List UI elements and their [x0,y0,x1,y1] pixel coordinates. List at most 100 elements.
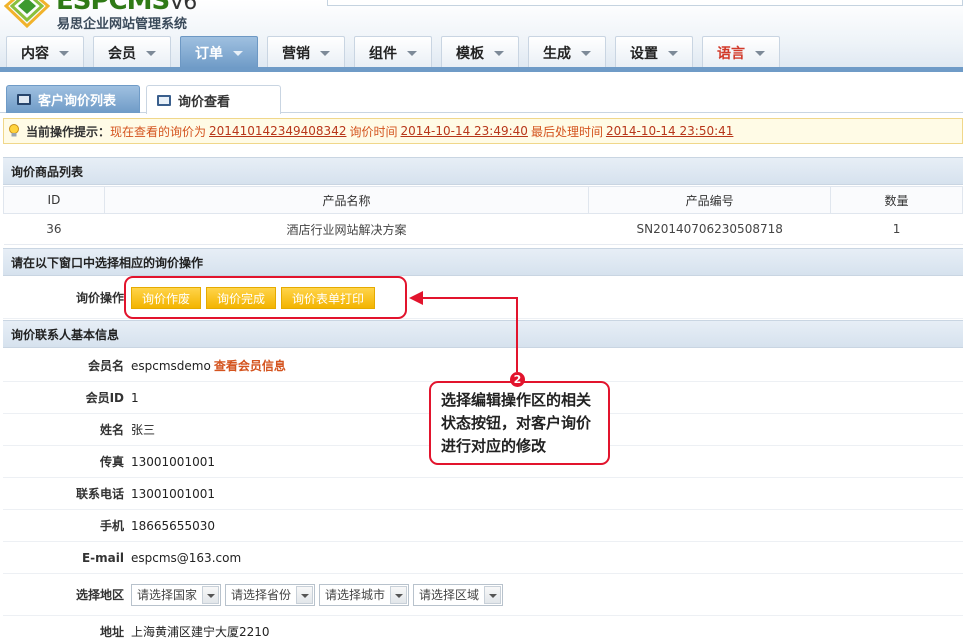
chevron-down-icon [320,51,330,56]
nav-tab-label: 营销 [282,45,310,62]
app-window: ESPCMSV6 易思企业网站管理系统 内容 会员 订单 营销 组件 模板 生成… [0,0,963,641]
sub-tabs: 客户询价列表 询价查看 [0,79,963,114]
phone-label: 联系电话 [75,487,124,501]
nav-tab-label: 组件 [369,45,397,62]
tip-prefix: 现在查看的询价为 [110,124,207,139]
logo-icon [4,0,50,28]
tab-inquiry-view[interactable]: 询价查看 [146,85,281,114]
cell-quantity: 1 [830,213,963,245]
nav-tab-language[interactable]: 语言 [702,36,780,68]
tip-label: 当前操作提示： [26,124,111,139]
name-value: 张三 [131,423,156,437]
select-value: 请选择国家 [137,588,198,602]
member-name-row: 会员名 espcmsdemo 查看会员信息 [3,350,963,382]
table-row: 36 酒店行业网站解决方案 SN20140706230508718 1 [3,213,963,245]
address-value: 上海黄浦区建宁大厦2210 [131,624,270,639]
main-nav: 内容 会员 订单 营销 组件 模板 生成 设置 语言 [6,36,789,68]
member-name-value: espcmsdemo [131,358,211,373]
mobile-label: 手机 [99,519,124,533]
chevron-down-icon [390,585,408,604]
nav-tab-label: 生成 [543,45,571,62]
operation-tip: 当前操作提示： 现在查看的询价为 201410142349408342 询价时间… [3,118,963,144]
chevron-down-icon [484,585,502,604]
address-row: 地址 上海黄浦区建宁大厦2210 [3,616,963,641]
fax-label: 传真 [99,455,124,469]
cell-product-name: 酒店行业网站解决方案 [104,213,589,245]
tab-label: 询价查看 [178,94,231,110]
nav-tab-content[interactable]: 内容 [6,36,84,68]
chevron-down-icon [296,585,314,604]
column-header-product-name: 产品名称 [103,186,590,214]
nav-tab-order[interactable]: 订单 [180,36,258,68]
nav-tab-member[interactable]: 会员 [93,36,171,68]
province-select[interactable]: 请选择省份 [225,583,316,606]
nav-tab-settings[interactable]: 设置 [615,36,693,68]
contact-section-title: 询价联系人基本信息 [3,320,963,348]
phone-value: 13001001001 [131,486,215,501]
logo-subtitle: 易思企业网站管理系统 [57,17,188,32]
chevron-down-icon [407,51,417,56]
column-header-quantity: 数量 [830,186,963,214]
nav-tab-label: 设置 [630,45,658,62]
member-id-label: 会员ID [85,391,124,405]
column-header-product-code: 产品编号 [588,186,832,214]
email-row: E-mail espcms@163.com [3,542,963,574]
monitor-icon [17,94,31,105]
country-select[interactable]: 请选择国家 [131,583,222,606]
nav-underline [0,67,963,72]
select-value: 请选择城市 [325,588,386,602]
view-member-link[interactable]: 查看会员信息 [214,357,286,374]
email-value: espcms@163.com [131,550,242,565]
chevron-down-icon [59,51,69,56]
mobile-row: 手机 18665655030 [3,510,963,542]
chevron-down-icon [146,51,156,56]
city-select[interactable]: 请选择城市 [319,583,410,606]
phone-row: 联系电话 13001001001 [3,478,963,510]
mobile-value: 18665655030 [131,518,215,533]
nav-tab-templates[interactable]: 模板 [441,36,519,68]
nav-tab-components[interactable]: 组件 [354,36,432,68]
member-id-value: 1 [131,390,139,405]
operations-label: 询价操作 [75,291,124,305]
table-header-row: ID 产品名称 产品编号 数量 [3,186,963,214]
chevron-down-icon [233,51,243,56]
inquiry-time-label: 询价时间 [349,124,398,139]
chevron-down-icon [202,585,220,604]
top-search-input[interactable] [327,0,963,6]
chevron-down-icon [494,51,504,56]
tab-inquiry-list[interactable]: 客户询价列表 [6,85,140,113]
operations-section-title: 请在以下窗口中选择相应的询价操作 [3,248,963,276]
nav-tab-label: 语言 [717,45,745,62]
select-value: 请选择区域 [419,588,480,602]
nav-tab-label: 订单 [195,45,223,62]
nav-tab-generate[interactable]: 生成 [528,36,606,68]
chevron-down-icon [668,51,678,56]
nav-tab-label: 模板 [456,45,484,62]
last-time-label: 最后处理时间 [530,124,603,139]
header: ESPCMSV6 易思企业网站管理系统 内容 会员 订单 营销 组件 模板 生成… [0,0,963,72]
last-process-time: 2014-10-14 23:50:41 [605,124,734,138]
select-value: 请选择省份 [231,588,292,602]
district-select[interactable]: 请选择区域 [413,583,504,606]
email-label: E-mail [81,550,124,565]
chevron-down-icon [581,51,591,56]
name-label: 姓名 [99,423,124,437]
highlight-box [124,276,407,319]
nav-tab-marketing[interactable]: 营销 [267,36,345,68]
monitor-icon [157,94,171,106]
fax-value: 13001001001 [131,454,215,469]
cell-product-code: SN20140706230508718 [588,213,831,245]
step-badge: 2 [510,372,525,387]
nav-tab-label: 内容 [21,45,49,62]
tab-label: 客户询价列表 [38,94,117,109]
products-section-title: 询价商品列表 [3,157,963,185]
nav-tab-label: 会员 [108,45,136,62]
inquiry-number: 201410142349408342 [209,124,347,138]
region-label: 选择地区 [75,588,124,602]
member-name-label: 会员名 [87,359,124,373]
region-row: 选择地区 请选择国家 请选择省份 请选择城市 请选择区域 [3,574,963,616]
products-table: ID 产品名称 产品编号 数量 36 酒店行业网站解决方案 SN20140706… [3,186,963,245]
lightbulb-icon [9,124,19,137]
chevron-down-icon [755,51,765,56]
callout-text: 选择编辑操作区的相关状态按钮，对客户询价进行对应的修改 [429,381,610,465]
